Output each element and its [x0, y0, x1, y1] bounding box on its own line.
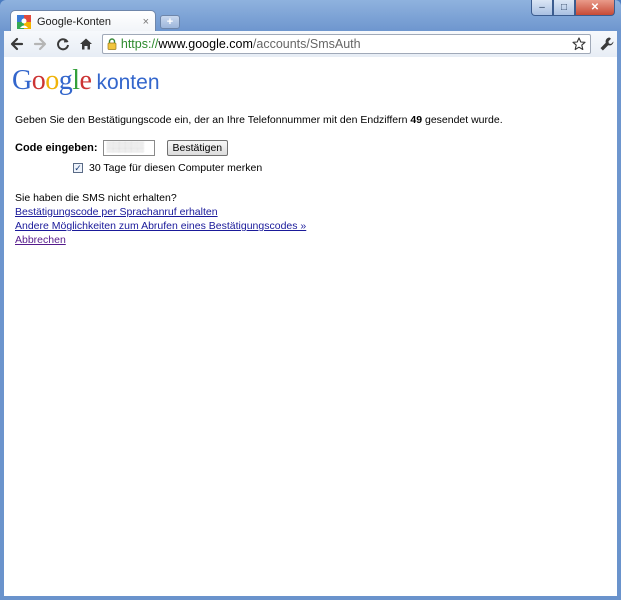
- code-entry-row: Code eingeben: ▒▒▒▒▒▒ Bestätigen: [15, 140, 503, 156]
- address-bar[interactable]: https://www.google.com/accounts/SmsAuth: [101, 34, 592, 54]
- code-redacted-blur: ▒▒▒▒▒▒: [106, 142, 145, 153]
- logo-letter: e: [79, 65, 92, 96]
- code-label: Code eingeben:: [15, 142, 98, 154]
- confirm-button[interactable]: Bestätigen: [166, 140, 229, 156]
- url-host: www.google.com: [158, 37, 253, 51]
- instruction-after: gesendet wurde.: [422, 114, 503, 126]
- code-input[interactable]: ▒▒▒▒▒▒: [102, 140, 155, 156]
- remember-label: 30 Tage für diesen Computer merken: [89, 162, 263, 174]
- tab-title: Google-Konten: [37, 15, 111, 28]
- logo-letter: o: [45, 65, 59, 96]
- browser-window: – □ ✕ Google-Konten × + https://www.goog…: [0, 0, 621, 600]
- reload-icon: [57, 38, 69, 51]
- back-arrow-icon: [10, 37, 24, 51]
- google-wordmark: Google: [12, 65, 92, 97]
- tab-google-konten[interactable]: Google-Konten ×: [10, 10, 156, 32]
- logo-product-name: konten: [96, 71, 160, 94]
- home-icon: [79, 38, 92, 50]
- back-button[interactable]: [7, 34, 27, 54]
- google-konten-logo: Google konten: [12, 65, 160, 97]
- voice-call-link[interactable]: Bestätigungscode per Sprachanruf erhalte…: [15, 206, 218, 218]
- sms-verification-form: Geben Sie den Bestätigungscode ein, der …: [15, 114, 503, 247]
- sms-not-received-text: Sie haben die SMS nicht erhalten?: [15, 192, 177, 204]
- remember-checkbox[interactable]: ✓: [73, 163, 83, 173]
- browser-toolbar: https://www.google.com/accounts/SmsAuth: [4, 31, 617, 58]
- wrench-icon: [600, 37, 614, 51]
- remember-computer-row: ✓ 30 Tage für diesen Computer merken: [73, 162, 503, 174]
- logo-letter: l: [72, 65, 80, 96]
- reload-button[interactable]: [53, 34, 73, 54]
- other-options-link[interactable]: Andere Möglichkeiten zum Abrufen eines B…: [15, 220, 306, 232]
- phone-end-digits: 49: [410, 114, 423, 126]
- close-window-button[interactable]: ✕: [575, 0, 615, 16]
- page-content: Google konten Geben Sie den Bestätigungs…: [4, 57, 617, 596]
- url-scheme: https://: [120, 37, 159, 51]
- home-button[interactable]: [76, 34, 96, 54]
- logo-letter: g: [58, 65, 73, 96]
- tab-strip: Google-Konten × +: [6, 10, 566, 32]
- forward-arrow-icon: [33, 37, 47, 51]
- lock-icon: [107, 38, 117, 50]
- forward-button[interactable]: [30, 34, 50, 54]
- google-accounts-favicon-icon: [17, 14, 31, 29]
- url-path: /accounts/SmsAuth: [252, 37, 361, 51]
- wrench-menu-button[interactable]: [597, 34, 617, 54]
- logo-letter: o: [31, 65, 46, 96]
- sms-help-block: Sie haben die SMS nicht erhalten? Bestät…: [15, 191, 503, 247]
- bookmark-star-icon[interactable]: [572, 37, 586, 51]
- new-tab-button[interactable]: +: [160, 15, 180, 29]
- logo-letter: G: [12, 65, 32, 96]
- instruction-before: Geben Sie den Bestätigungscode ein, der …: [15, 114, 411, 126]
- tab-close-icon[interactable]: ×: [143, 16, 149, 28]
- instruction-text: Geben Sie den Bestätigungscode ein, der …: [15, 114, 503, 126]
- cancel-link[interactable]: Abbrechen: [15, 234, 66, 246]
- url-text: https://www.google.com/accounts/SmsAuth: [121, 37, 572, 51]
